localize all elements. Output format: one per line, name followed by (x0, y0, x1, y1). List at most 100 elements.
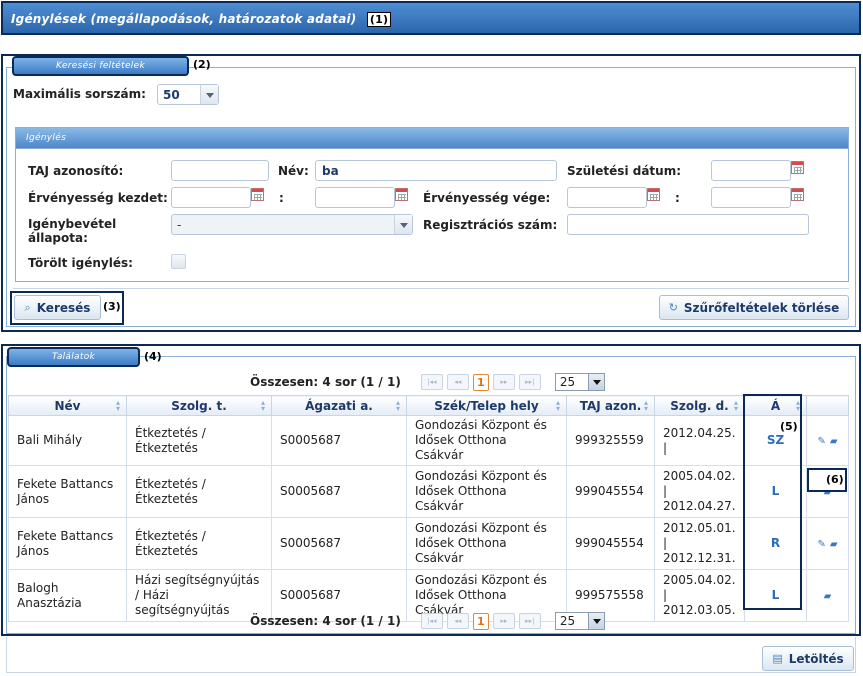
last-page-button[interactable]: ▸▸| (518, 613, 541, 629)
cell-sector: S0005687 (271, 465, 407, 518)
column-header-name[interactable]: Név ▴ ▾ (8, 395, 127, 416)
download-button[interactable]: ▤ Letöltés (762, 646, 854, 671)
max-rows-select[interactable]: 50 (157, 84, 219, 105)
usage-status-label-line1: Igénybevétel (28, 217, 117, 231)
clear-filters-label: Szűrőfeltételek törlése (683, 300, 840, 315)
current-page[interactable]: 1 (472, 612, 489, 630)
cell-sector: S0005687 (271, 415, 407, 466)
cell-service: Étkeztetés / Étkeztetés (126, 465, 272, 518)
chevron-down-icon (394, 215, 412, 234)
calendar-icon[interactable] (395, 188, 408, 201)
tab-search-criteria[interactable]: Keresési feltételek (12, 56, 189, 76)
cell-service-date: 2012.05.01. | 2012.12.31. (654, 517, 745, 570)
cell-site: Gondozási Központ és Idősek Otthona Csák… (406, 517, 567, 570)
sort-icon: ▴ ▾ (555, 398, 560, 413)
clear-filters-button[interactable]: ↻ Szűrőfeltételek törlése (659, 295, 849, 320)
calendar-icon[interactable] (251, 188, 264, 201)
page-size-value: 25 (559, 375, 576, 389)
valid-to-date-input[interactable] (567, 187, 647, 208)
table-row[interactable]: Fekete Battancs János Étkeztetés / Étkez… (8, 517, 849, 570)
pager-top: Összesen: 4 sor (1 / 1) |◂◂ ◂◂ 1 ▸▸ ▸▸| … (250, 373, 605, 391)
sort-icon: ▴ ▾ (115, 398, 120, 413)
table-row[interactable]: Bali Mihály Étkeztetés / Étkeztetés S000… (8, 415, 849, 466)
deleted-checkbox[interactable] (171, 254, 186, 269)
usage-status-select[interactable]: - (171, 214, 413, 235)
birth-date-input[interactable] (711, 160, 791, 181)
valid-to-label: Érvényesség vége: (423, 191, 551, 205)
chevron-down-icon (587, 613, 604, 629)
tab-results-label: Találatok (51, 352, 96, 362)
magnifier-icon: ⌕ (24, 300, 31, 314)
page-size-value: 25 (559, 614, 576, 628)
taj-input[interactable] (171, 160, 269, 181)
cell-name: Fekete Battancs János (8, 517, 127, 570)
valid-from-time-input[interactable] (315, 187, 395, 208)
first-page-button[interactable]: |◂◂ (420, 374, 443, 390)
cell-taj: 999325559 (566, 415, 655, 466)
column-header-taj[interactable]: TAJ azon. ▴ ▾ (566, 395, 655, 416)
page-size-select[interactable]: 25 (554, 373, 605, 391)
sort-icon: ▴ ▾ (395, 398, 400, 413)
deleted-label: Törölt igénylés: (28, 256, 133, 270)
chevron-down-icon (200, 85, 218, 104)
last-page-button[interactable]: ▸▸| (518, 374, 541, 390)
annotation-marker-6: (6) (826, 473, 844, 486)
page-size-select[interactable]: 25 (554, 612, 605, 630)
column-header-service-date[interactable]: Szolg. d. ▴ ▾ (654, 395, 745, 416)
search-button-label: Keresés (36, 300, 91, 315)
folder-icon[interactable]: ▰ (824, 591, 832, 602)
results-table: Név ▴ ▾ Szolg. t. ▴ ▾ Ágazati a. ▴ ▾ Szék/Tele… (8, 395, 849, 622)
cell-service-date: 2005.04.02. | 2012.03.05. (654, 569, 745, 622)
name-label: Név: (278, 164, 309, 178)
calendar-icon[interactable] (791, 188, 804, 201)
next-page-button[interactable]: ▸▸ (492, 374, 515, 390)
footer-bar (6, 637, 856, 673)
tab-search-criteria-label: Keresési feltételek (56, 61, 145, 71)
table-row[interactable]: Fekete Battancs János Étkeztetés / Étkez… (8, 465, 849, 518)
search-button[interactable]: ⌕ Keresés (14, 295, 101, 320)
annotation-marker-1: (1) (366, 12, 392, 27)
cell-taj: 999045554 (566, 517, 655, 570)
document-icon: ▤ (772, 652, 783, 665)
column-header-site[interactable]: Szék/Telep hely ▴ ▾ (406, 395, 567, 416)
cell-name: Balogh Anasztázia (8, 569, 127, 622)
registration-number-input[interactable] (567, 214, 809, 235)
usage-status-label: Igénybevétel állapota: (28, 217, 116, 245)
column-header-sector[interactable]: Ágazati a. ▴ ▾ (271, 395, 407, 416)
download-button-label: Letöltés (788, 651, 844, 666)
max-rows-label: Maximális sorszám: (13, 87, 146, 101)
pencil-icon[interactable]: ✎ (817, 539, 825, 550)
cell-service-date: 2005.04.02. | 2012.04.27. (654, 465, 745, 518)
cell-site: Gondozási Központ és Idősek Otthona Csák… (406, 465, 567, 518)
calendar-icon[interactable] (647, 188, 660, 201)
annotation-marker-4: (4) (144, 350, 162, 363)
cell-taj: 999045554 (566, 465, 655, 518)
chevron-down-icon (587, 374, 604, 390)
cell-sector: S0005687 (271, 517, 407, 570)
cell-actions: ▰ (806, 569, 849, 622)
current-page[interactable]: 1 (472, 373, 489, 391)
column-header-service[interactable]: Szolg. t. ▴ ▾ (126, 395, 272, 416)
usage-status-label-line2: állapota: (28, 231, 88, 245)
cell-name: Bali Mihály (8, 415, 127, 466)
birth-date-label: Születési dátum: (567, 164, 681, 178)
valid-from-date-input[interactable] (171, 187, 251, 208)
calendar-icon[interactable] (791, 161, 804, 174)
tab-results[interactable]: Találatok (7, 347, 140, 367)
folder-icon[interactable]: ▰ (830, 436, 838, 447)
time-separator: : (675, 191, 680, 205)
registration-number-label: Regisztrációs szám: (423, 218, 558, 232)
prev-page-button[interactable]: ◂◂ (446, 374, 469, 390)
prev-page-button[interactable]: ◂◂ (446, 613, 469, 629)
page-title: Igénylések (megállapodások, határozatok … (11, 12, 357, 26)
pencil-icon[interactable]: ✎ (817, 436, 825, 447)
max-rows-value: 50 (163, 88, 180, 102)
search-divider (13, 288, 849, 289)
next-page-button[interactable]: ▸▸ (492, 613, 515, 629)
first-page-button[interactable]: |◂◂ (420, 613, 443, 629)
name-input[interactable] (315, 160, 557, 181)
folder-icon[interactable]: ▰ (830, 539, 838, 550)
cell-actions: ✎ ▰ (806, 517, 849, 570)
table-header-row: Név ▴ ▾ Szolg. t. ▴ ▾ Ágazati a. ▴ ▾ Szék/Tele… (8, 395, 849, 416)
valid-to-time-input[interactable] (711, 187, 791, 208)
